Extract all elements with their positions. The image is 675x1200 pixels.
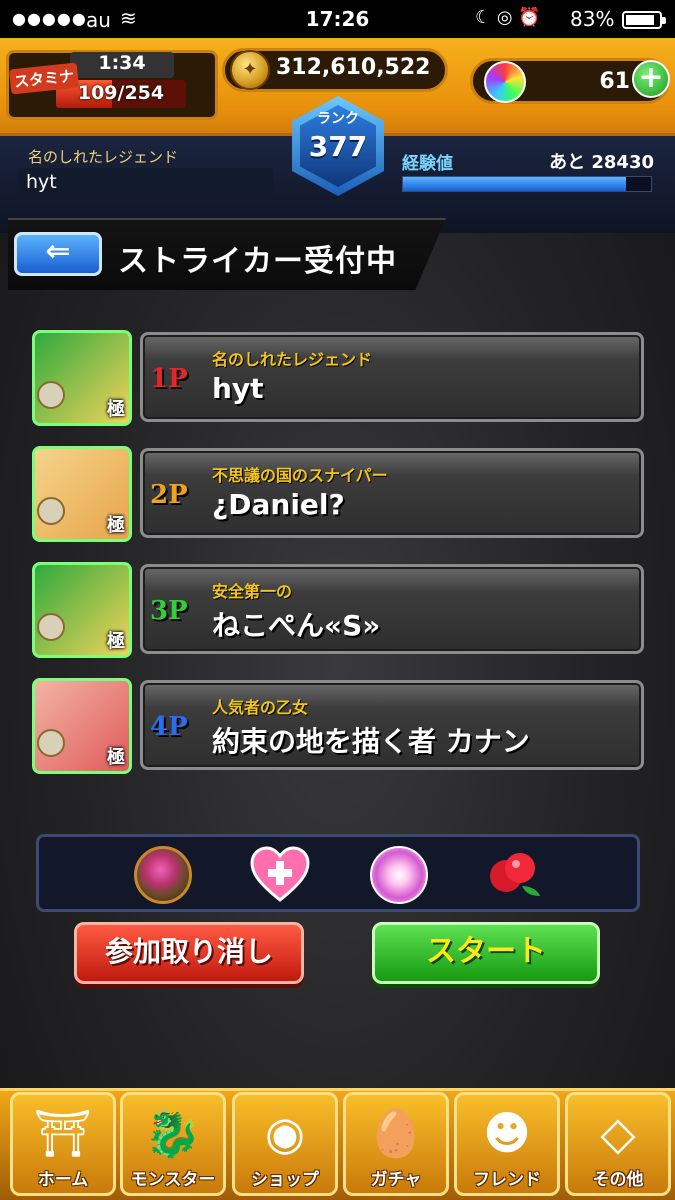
nav-item-other[interactable]: ◇ その他 xyxy=(565,1092,671,1196)
nav-label: モンスター xyxy=(130,1170,216,1190)
battery-percent: 83% xyxy=(570,7,615,31)
nav-label: ガチャ xyxy=(370,1170,422,1190)
player-slot-title: 不思議の国のスナイパー xyxy=(212,466,388,485)
rainbow-orb-icon xyxy=(484,61,526,103)
rank-value: 377 xyxy=(308,130,368,163)
moon-lock-alarm-icons: ☾ ◎ ⏰ xyxy=(475,7,541,28)
player-name: hyt xyxy=(26,171,57,193)
back-button[interactable]: ⇐ xyxy=(14,232,102,276)
player-slot-name: 約束の地を描く者 カナン xyxy=(212,725,530,758)
monster-avatar[interactable]: 極 xyxy=(32,330,132,426)
player-title: 名のしれたレジェンド xyxy=(28,148,179,166)
spark-orb-icon[interactable] xyxy=(370,846,428,904)
attribute-badge-icon xyxy=(37,613,65,641)
player-slot-title: 人気者の乙女 xyxy=(212,698,309,717)
attribute-badge-icon xyxy=(37,729,65,757)
gacha-egg-icon: 🥚 xyxy=(367,1106,425,1160)
player-slot-name: ねこぺん«S» xyxy=(212,609,381,642)
player-slot-number: 2P xyxy=(150,480,188,510)
red-fruit-icon[interactable] xyxy=(484,846,542,904)
grade-label: 極 xyxy=(107,631,125,652)
nav-item-gacha-egg[interactable]: 🥚 ガチャ xyxy=(343,1092,449,1196)
nav-item-shop-orb[interactable]: ◉ ショップ xyxy=(232,1092,338,1196)
coin-icon: ✦ xyxy=(230,50,270,90)
player-slot-number: 1P xyxy=(150,364,188,394)
monster-avatar[interactable]: 極 xyxy=(32,562,132,658)
heart-plus-icon[interactable] xyxy=(250,846,310,904)
attribute-badge-icon xyxy=(37,381,65,409)
battery-icon xyxy=(622,11,666,29)
nav-item-home[interactable]: ⛩ ホーム xyxy=(10,1092,116,1196)
exp-label: 経験値 xyxy=(402,154,453,174)
grade-label: 極 xyxy=(107,747,125,768)
nav-label: ショップ xyxy=(251,1170,319,1190)
stamina-timer: 1:34 xyxy=(70,52,174,78)
player-slot-title: 安全第一の xyxy=(212,582,293,601)
player-slot[interactable]: 極 2P 不思議の国のスナイパー ¿Daniel? xyxy=(32,446,646,542)
coin-count: 312,610,522 xyxy=(276,55,431,80)
player-slot-number: 4P xyxy=(150,712,188,742)
player-slot-name: ¿Daniel? xyxy=(212,488,345,521)
heart-plus-icon-graphic xyxy=(250,846,310,902)
nav-label: フレンド xyxy=(473,1170,541,1190)
monster-avatar[interactable]: 極 xyxy=(32,446,132,542)
attribute-badge-icon xyxy=(37,497,65,525)
back-arrow-icon: ⇐ xyxy=(45,234,71,269)
other-icon: ◇ xyxy=(600,1106,636,1160)
section-title: ストライカー受付中 xyxy=(118,244,397,279)
monster-avatar[interactable]: 極 xyxy=(32,678,132,774)
exp-remaining: あと 28430 xyxy=(549,152,654,173)
shop-orb-icon: ◉ xyxy=(264,1106,306,1160)
monster-icon: 🐉 xyxy=(144,1106,202,1160)
add-orb-button[interactable]: + xyxy=(632,60,670,98)
start-button[interactable]: スタート xyxy=(372,922,600,984)
friend-icon: ☻ xyxy=(483,1106,531,1160)
grade-label: 極 xyxy=(107,515,125,536)
player-slot[interactable]: 極 1P 名のしれたレジェンド hyt xyxy=(32,330,646,426)
player-slot[interactable]: 極 3P 安全第一のねこぺん«S» xyxy=(32,562,646,658)
player-slot-number: 3P xyxy=(150,596,188,626)
nav-label: その他 xyxy=(592,1170,644,1190)
status-bar: ●●●●● au ≋ 17:26 ☾ ◎ ⏰ 83% xyxy=(0,0,675,38)
cancel-join-button[interactable]: 参加取り消し xyxy=(74,922,304,984)
player-slot-name: hyt xyxy=(212,372,264,405)
home-icon: ⛩ xyxy=(33,1106,93,1160)
exp-bar-fill xyxy=(403,177,627,191)
exp-bar xyxy=(402,176,652,192)
item-tray xyxy=(36,834,640,912)
red-fruit-icon-graphic xyxy=(490,853,540,896)
nav-item-friend[interactable]: ☻ フレンド xyxy=(454,1092,560,1196)
orb-count: 61 xyxy=(599,69,630,94)
player-slot[interactable]: 極 4P 人気者の乙女約束の地を描く者 カナン xyxy=(32,678,646,774)
player-slot-title: 名のしれたレジェンド xyxy=(212,350,373,369)
nav-label: ホーム xyxy=(37,1170,89,1190)
rank-label: ランク xyxy=(317,111,359,127)
grade-label: 極 xyxy=(107,399,125,420)
nav-item-monster[interactable]: 🐉 モンスター xyxy=(120,1092,226,1196)
top-hud: 1:34 109/254 スタミナ ✦ 312,610,522 61 + ランク… xyxy=(0,38,675,233)
boost-orb-icon[interactable] xyxy=(134,846,192,904)
